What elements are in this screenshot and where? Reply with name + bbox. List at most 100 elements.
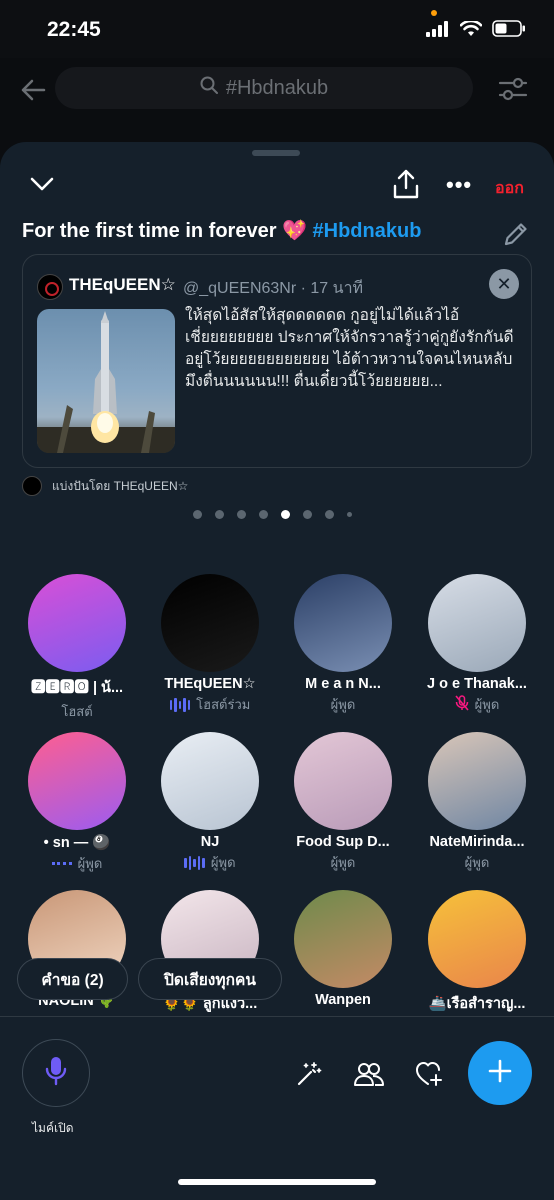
tweet-author-avatar: [37, 274, 63, 300]
participant-name: THEqUEEN☆: [164, 676, 256, 692]
pager-dot[interactable]: [259, 510, 268, 519]
participant-avatar[interactable]: [428, 574, 526, 672]
participant-role: ผู้พูด: [77, 856, 103, 871]
participant[interactable]: M e a n N... ผู้พูด: [278, 574, 408, 715]
close-icon[interactable]: ✕: [489, 269, 519, 299]
participant-role-row: ผู้พูด: [12, 853, 142, 874]
participant-avatar[interactable]: [28, 574, 126, 672]
bottom-bar: ไมค์เปิด: [0, 1016, 554, 1200]
add-button[interactable]: [468, 1041, 532, 1105]
microphone-icon: [45, 1056, 67, 1091]
speaking-dots-icon: [51, 862, 72, 865]
pager-dot[interactable]: [193, 510, 202, 519]
participant-avatar[interactable]: [294, 574, 392, 672]
edit-pencil-icon[interactable]: [502, 220, 530, 253]
pager-dot[interactable]: [215, 510, 224, 519]
participant[interactable]: 🆉🅴🆁🅾 | น้... โฮสต์: [12, 574, 142, 722]
participant[interactable]: NJ ผู้พูด: [145, 732, 275, 873]
people-icon[interactable]: [354, 1061, 384, 1092]
heart-add-icon[interactable]: [415, 1061, 443, 1092]
pager-dot[interactable]: [237, 510, 246, 519]
space-title: For the first time in forever 💖 #Hbdnaku…: [22, 218, 421, 243]
participant[interactable]: NateMirinda... ผู้พูด: [412, 732, 542, 873]
shared-by-avatar: [22, 476, 42, 496]
participant-avatar[interactable]: [428, 732, 526, 830]
space-title-hashtag[interactable]: #Hbdnakub: [313, 220, 422, 242]
tweet-author-name: THEqUEEN☆: [69, 275, 176, 294]
sheet-grabber[interactable]: [252, 150, 300, 156]
participant-role-row: โฮสต์ร่วม: [145, 694, 275, 715]
participant-role-row: ผู้พูด: [412, 694, 542, 715]
speaking-wave-icon: [184, 855, 205, 870]
participant-role: โฮสต์: [61, 704, 93, 719]
participant-role-row: ผู้พูด: [278, 694, 408, 715]
background-search-text: #Hbdnakub: [225, 76, 329, 99]
participant-avatar[interactable]: [294, 732, 392, 830]
tweet-author-handle: @_qUEEN63Nr · 17 นาที: [183, 280, 364, 297]
leave-button[interactable]: ออก: [495, 176, 524, 201]
mute-all-button[interactable]: ปิดเสียงทุกคน: [138, 958, 282, 1000]
participant-name: M e a n N...: [305, 676, 381, 692]
back-arrow-icon: [20, 76, 46, 108]
space-title-text: For the first time in forever 💖: [22, 220, 313, 242]
participant-name: 🚢เรือสำราญ...: [428, 996, 526, 1012]
participant[interactable]: J o e Thanak... ผู้พูด: [412, 574, 542, 715]
participant-name: NJ: [200, 834, 220, 850]
tweet-image-rocket[interactable]: [37, 309, 175, 453]
participant[interactable]: Wanpen: [278, 890, 408, 1010]
share-icon[interactable]: [392, 168, 420, 205]
mic-status-label: ไมค์เปิด: [32, 1121, 74, 1135]
pager-dot[interactable]: [281, 510, 290, 519]
participant-role-row: ผู้พูด: [278, 852, 408, 873]
participant-role: ผู้พูด: [210, 855, 236, 870]
space-sheet: ••• ออก For the first time in forever 💖 …: [0, 142, 554, 1200]
carousel-pager: [193, 510, 352, 519]
participant-avatar[interactable]: [294, 890, 392, 988]
participant-avatar[interactable]: [28, 732, 126, 830]
participant-role: ผู้พูด: [474, 697, 500, 712]
participant-name: • sn — 🎱: [43, 835, 111, 851]
participant-avatar[interactable]: [428, 890, 526, 988]
participant-avatar[interactable]: [161, 574, 259, 672]
participant-role-row: โฮสต์: [12, 701, 142, 722]
pinned-tweet-card[interactable]: THEqUEEN☆ @_qUEEN63Nr · 17 นาที ✕ ให้สุด…: [22, 254, 532, 468]
mic-button[interactable]: [22, 1039, 90, 1107]
participant[interactable]: 🚢เรือสำราญ...: [412, 890, 542, 1017]
collapse-chevron-icon[interactable]: [30, 176, 54, 197]
participant-name: J o e Thanak...: [427, 676, 527, 692]
pager-dot[interactable]: [303, 510, 312, 519]
status-time: 22:45: [47, 18, 101, 41]
participant-role: โฮสต์ร่วม: [196, 697, 251, 712]
participant-name: NateMirinda...: [429, 834, 525, 850]
more-options-icon[interactable]: •••: [446, 172, 472, 198]
participant-name: Food Sup D...: [296, 834, 390, 850]
participant[interactable]: • sn — 🎱 ผู้พูด: [12, 732, 142, 874]
home-indicator: [178, 1179, 376, 1185]
participant-role-row: ผู้พูด: [412, 852, 542, 873]
search-icon: [200, 76, 218, 100]
participant-role: ผู้พูด: [330, 855, 356, 870]
shared-by-row: แบ่งปันโดย THEqUEEN☆: [22, 476, 188, 496]
wifi-icon: [459, 19, 483, 42]
requests-button[interactable]: คำขอ (2): [17, 958, 128, 1000]
participant[interactable]: Food Sup D... ผู้พูด: [278, 732, 408, 873]
participant-role-row: ผู้พูด: [145, 852, 275, 873]
status-bar: 22:45: [0, 0, 554, 58]
participant-avatar[interactable]: [161, 732, 259, 830]
privacy-indicator-dot: [431, 10, 437, 16]
background-search-field: #Hbdnakub: [55, 67, 473, 109]
pager-dot[interactable]: [347, 512, 352, 517]
magic-wand-icon[interactable]: [296, 1061, 322, 1092]
participant-role: ผู้พูด: [464, 855, 490, 870]
participant[interactable]: THEqUEEN☆ โฮสต์ร่วม: [145, 574, 275, 715]
speaking-wave-icon: [169, 697, 191, 712]
signal-icon: [426, 20, 450, 42]
participant-name: 🆉🅴🆁🅾 | น้...: [30, 680, 124, 696]
tweet-text: ให้สุดไอ้สัสให้สุดดดดดด กูอยู่ไม่ได้แล้ว…: [185, 307, 514, 390]
filter-sliders-icon: [498, 76, 528, 107]
participant-name: Wanpen: [315, 992, 371, 1008]
battery-icon: [492, 20, 526, 42]
status-icons: [426, 19, 526, 42]
participant-role: ผู้พูด: [330, 697, 356, 712]
pager-dot[interactable]: [325, 510, 334, 519]
